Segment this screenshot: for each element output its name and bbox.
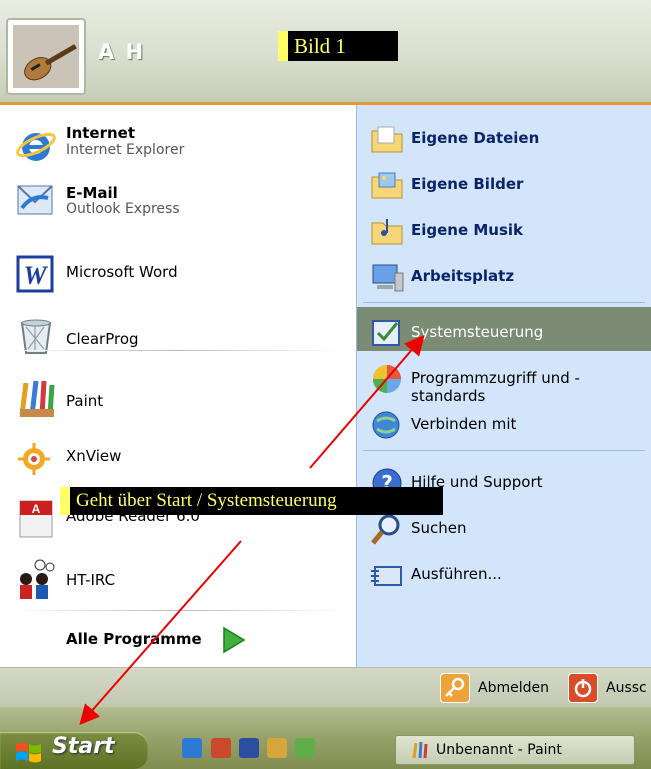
system-label: Systemsteuerung	[411, 323, 544, 341]
documents-folder-icon	[371, 126, 403, 153]
help-ausfuehren[interactable]: Ausführen...	[357, 549, 651, 593]
guitar-icon	[13, 25, 79, 88]
place-eigene-bilder[interactable]: Eigene Bilder	[357, 159, 651, 203]
start-label: Start	[52, 734, 115, 759]
xnview-icon	[18, 443, 50, 475]
quicklaunch-db-icon[interactable]	[239, 738, 259, 758]
place-label: Eigene Dateien	[411, 129, 540, 147]
adobe-reader-icon: A	[19, 500, 53, 538]
help-label: Ausführen...	[411, 565, 502, 583]
place-label: Arbeitsplatz	[411, 267, 515, 285]
program-subtitle: Internet Explorer	[66, 142, 185, 158]
place-label: Eigene Musik	[411, 221, 524, 239]
paint-icon	[19, 380, 55, 417]
svg-text:A: A	[32, 502, 41, 516]
quicklaunch-tool-icon[interactable]	[267, 738, 287, 758]
user-avatar[interactable]	[6, 18, 86, 95]
control-panel-icon	[372, 320, 400, 346]
program-title: Paint	[66, 392, 104, 410]
places-panel: Eigene Dateien Eigene Bilder Eigene Musi…	[356, 105, 651, 667]
program-ht-irc[interactable]: HT-IRC	[0, 551, 356, 603]
windows-flag-icon	[16, 742, 41, 763]
run-icon	[371, 566, 402, 586]
search-icon	[371, 514, 400, 545]
help-label: Suchen	[411, 519, 467, 537]
annotation-title: Bild 1	[278, 31, 398, 61]
chat-users-icon	[20, 559, 55, 599]
user-name: A H	[98, 40, 146, 64]
computer-icon	[372, 264, 404, 292]
outlook-express-icon	[17, 185, 53, 215]
connect-icon	[372, 411, 400, 439]
logoff-button[interactable]: Abmelden	[478, 680, 549, 696]
program-title: ClearProg	[66, 330, 139, 348]
green-arrow-icon[interactable]	[221, 625, 247, 655]
annotation-note: Geht über Start / Systemsteuerung	[60, 487, 443, 515]
key-icon[interactable]	[440, 673, 470, 703]
system-programmzugriff[interactable]: Programmzugriff und -standards	[357, 353, 651, 405]
program-title: HT-IRC	[66, 571, 116, 589]
shutdown-button[interactable]: Aussc	[606, 680, 651, 696]
divider	[363, 450, 645, 451]
program-paint[interactable]: Paint	[0, 367, 356, 419]
system-label: Verbinden mit	[411, 415, 517, 433]
pictures-folder-icon	[371, 172, 403, 199]
program-word[interactable]: W Microsoft Word	[0, 245, 356, 297]
place-eigene-dateien[interactable]: Eigene Dateien	[357, 113, 651, 157]
divider	[12, 350, 342, 351]
divider	[363, 302, 645, 303]
quicklaunch-ie-icon[interactable]	[182, 738, 202, 758]
program-email[interactable]: E-Mail Outlook Express	[0, 170, 356, 222]
program-access-icon	[373, 365, 401, 393]
system-systemsteuerung[interactable]: Systemsteuerung	[357, 307, 651, 351]
svg-text:W: W	[23, 261, 48, 290]
program-subtitle: Outlook Express	[66, 201, 180, 217]
taskbar-task-label: Unbenannt - Paint	[436, 742, 562, 758]
quicklaunch-app-icon[interactable]	[211, 738, 231, 758]
program-title: E-Mail	[66, 184, 118, 202]
program-xnview[interactable]: XnView	[0, 429, 356, 481]
program-title: XnView	[66, 447, 122, 465]
quicklaunch-users-icon[interactable]	[295, 738, 315, 758]
place-eigene-musik[interactable]: Eigene Musik	[357, 205, 651, 249]
program-title: Internet	[66, 124, 136, 142]
paint-icon	[412, 741, 428, 759]
start-menu-footer	[0, 667, 651, 708]
all-programs-link[interactable]: Alle Programme	[66, 630, 202, 648]
power-icon[interactable]	[568, 673, 598, 703]
system-verbinden-mit[interactable]: Verbinden mit	[357, 399, 651, 443]
music-folder-icon	[371, 219, 403, 245]
word-icon: W	[16, 255, 54, 293]
program-internet[interactable]: Internet Internet Explorer	[0, 115, 356, 167]
pinned-programs-panel: Internet Internet Explorer E-Mail Outloo…	[0, 105, 356, 667]
divider	[12, 610, 342, 611]
program-title: Microsoft Word	[66, 263, 178, 281]
place-arbeitsplatz[interactable]: Arbeitsplatz	[357, 251, 651, 295]
internet-explorer-icon	[16, 132, 56, 161]
place-label: Eigene Bilder	[411, 175, 524, 193]
